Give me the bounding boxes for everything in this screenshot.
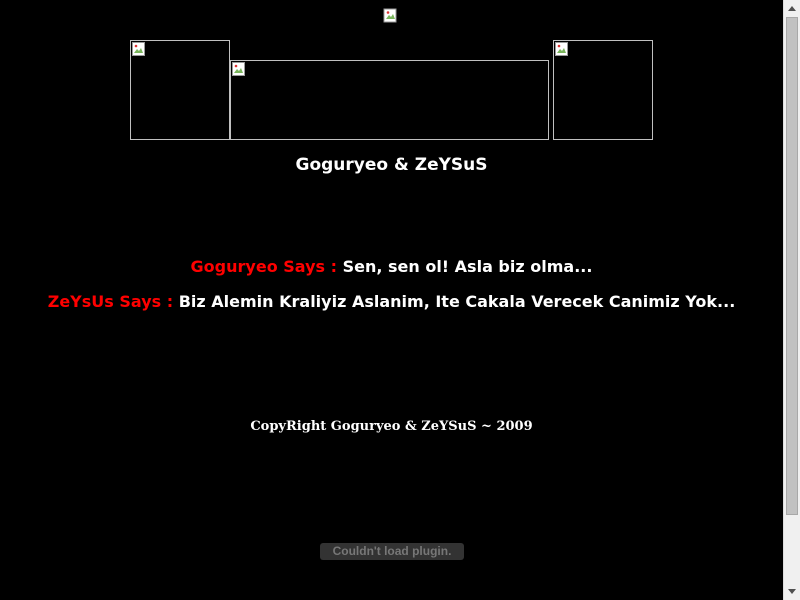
broken-image-icon [555, 42, 568, 56]
message-line-goguryeo: Goguryeo Says : Sen, sen ol! Asla biz ol… [0, 257, 783, 276]
message-text: Sen, sen ol! Asla biz olma... [342, 257, 593, 276]
broken-image-top [383, 8, 401, 24]
plugin-error-placeholder[interactable]: Couldn't load plugin. [320, 543, 464, 560]
copyright-text: CopyRight Goguryeo & ZeYSuS ~ 2009 [250, 419, 533, 434]
chevron-down-icon [788, 589, 796, 594]
broken-image-left [130, 40, 230, 140]
vertical-scrollbar[interactable] [783, 0, 800, 600]
scroll-down-button[interactable] [784, 583, 800, 600]
broken-image-center [230, 60, 549, 140]
broken-image-icon [132, 42, 145, 56]
speaker-label: Goguryeo Says : [190, 257, 337, 276]
chevron-up-icon [788, 6, 796, 11]
scroll-up-button[interactable] [784, 0, 800, 17]
message-line-zeysus: ZeYsUs Says : Biz Alemin Kraliyiz Aslani… [0, 292, 783, 311]
scrollbar-thumb[interactable] [786, 17, 798, 515]
page-title: Goguryeo & ZeYSuS [295, 155, 488, 175]
broken-image-icon [383, 8, 397, 23]
broken-image-right [553, 40, 653, 140]
page-viewport: Goguryeo & ZeYSuS Goguryeo Says : Sen, s… [0, 0, 783, 600]
broken-image-icon [232, 62, 245, 76]
speaker-label: ZeYsUs Says : [47, 292, 174, 311]
message-text: Biz Alemin Kraliyiz Aslanim, Ite Cakala … [178, 292, 736, 311]
